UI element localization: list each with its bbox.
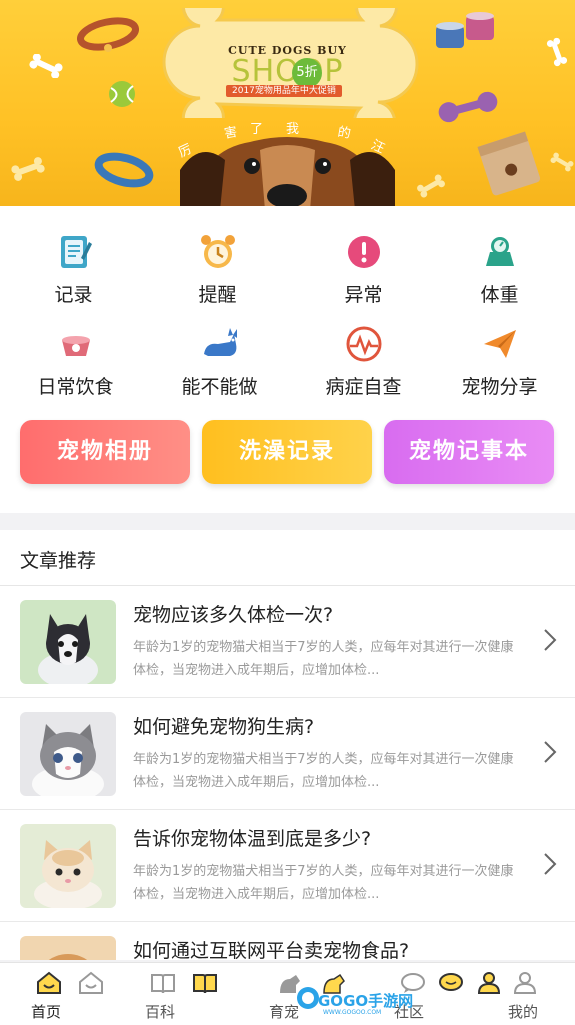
article-item[interactable]: 告诉你宠物体温到底是多少? 年龄为1岁的宠物猫犬相当于7岁的人类，应每年对其进行… bbox=[0, 810, 575, 922]
function-record[interactable]: 记录 bbox=[2, 232, 145, 312]
cream-kitten-thumbnail bbox=[20, 824, 116, 908]
bone-icon bbox=[11, 157, 45, 181]
bone-icon bbox=[417, 174, 445, 198]
function-reminder[interactable]: 提醒 bbox=[146, 232, 289, 312]
treat-bag-icon bbox=[477, 131, 541, 196]
dog-illustration bbox=[180, 137, 395, 206]
function-label: 提醒 bbox=[198, 284, 237, 306]
function-label: 体重 bbox=[480, 284, 519, 306]
function-daily-diet[interactable]: 日常饮食 bbox=[4, 324, 147, 404]
article-desc: 年龄为1岁的宠物猫犬相当于7岁的人类，应每年对其进行一次健康体检，当宠物进入成年… bbox=[133, 864, 514, 902]
article-title: 如何通过互联网平台卖宠物食品? bbox=[133, 940, 410, 960]
tab-label: 首页 bbox=[31, 1003, 62, 1021]
home-outline-icon bbox=[79, 971, 103, 994]
scale-icon bbox=[485, 237, 514, 266]
section-title: 文章推荐 bbox=[20, 550, 97, 572]
chevron-right-icon bbox=[544, 741, 557, 763]
chat-icon bbox=[439, 973, 463, 991]
function-abnormal[interactable]: 异常 bbox=[292, 232, 435, 312]
function-label: 能不能做 bbox=[181, 376, 258, 398]
notebook-icon bbox=[60, 236, 92, 268]
exclamation-icon bbox=[347, 236, 380, 268]
pet-memo-button[interactable]: 宠物记事本 bbox=[384, 420, 554, 484]
food-bowl-icon bbox=[61, 336, 90, 356]
dumbbell-toy-icon bbox=[438, 91, 498, 123]
kitten-thumbnail bbox=[20, 712, 116, 796]
tab-label: 育宠 bbox=[269, 1003, 300, 1021]
home-icon bbox=[37, 971, 61, 994]
chevron-right-icon bbox=[544, 853, 557, 875]
user-icon bbox=[477, 972, 501, 994]
function-label: 宠物分享 bbox=[461, 376, 538, 398]
chevron-right-icon bbox=[544, 629, 557, 651]
article-desc: 年龄为1岁的宠物猫犬相当于7岁的人类，应每年对其进行一次健康体检，当宠物进入成年… bbox=[133, 640, 514, 678]
promo-banner[interactable]: CUTE DOGS BUY SHOOP 5折 2017宠物用品年中大促销 厉 害… bbox=[0, 0, 575, 206]
alarm-clock-icon bbox=[200, 235, 235, 268]
pet-food-cans-icon bbox=[436, 12, 494, 48]
paper-plane-icon bbox=[483, 330, 516, 358]
article-section: 文章推荐 宠物应该多久体检一次? 年龄为1岁的宠物猫犬相当于7岁的人类，应每年对… bbox=[0, 530, 575, 960]
function-label: 病症自查 bbox=[325, 376, 402, 398]
article-item[interactable]: 如何通过互联网平台卖宠物食品? bbox=[0, 922, 575, 960]
function-can-or-not[interactable]: 能不能做 bbox=[148, 324, 291, 404]
discount-badge: 5折 bbox=[292, 58, 322, 88]
bottom-tab-bar: 首页 百科 育宠 社区 我的 bbox=[0, 962, 575, 1025]
blue-collar-icon bbox=[94, 152, 154, 188]
function-weight[interactable]: 体重 bbox=[428, 232, 571, 312]
article-desc: 年龄为1岁的宠物猫犬相当于7岁的人类，应每年对其进行一次健康体检，当宠物进入成年… bbox=[133, 752, 514, 790]
function-label: 日常饮食 bbox=[37, 376, 114, 398]
cat-icon bbox=[203, 328, 237, 356]
pet-album-button[interactable]: 宠物相册 bbox=[20, 420, 190, 484]
user-outline-icon bbox=[513, 972, 537, 994]
tennis-ball-icon bbox=[109, 81, 135, 107]
article-title: 如何避免宠物狗生病? bbox=[133, 716, 315, 738]
book-icon bbox=[193, 974, 217, 994]
function-symptom-check[interactable]: 病症自查 bbox=[292, 324, 435, 404]
husky-puppy-thumbnail bbox=[20, 600, 116, 684]
bone-icon bbox=[550, 152, 574, 172]
tab-label: 我的 bbox=[508, 1003, 539, 1021]
puppy-thumbnail bbox=[20, 936, 116, 960]
bone-icon bbox=[546, 37, 568, 67]
tab-mine[interactable]: 我的 bbox=[470, 963, 575, 1025]
collar-icon bbox=[76, 17, 140, 52]
article-item[interactable]: 宠物应该多久体检一次? 年龄为1岁的宠物猫犬相当于7岁的人类，应每年对其进行一次… bbox=[0, 586, 575, 698]
heartbeat-icon bbox=[346, 326, 381, 362]
function-label: 异常 bbox=[344, 284, 383, 306]
bath-record-button[interactable]: 洗澡记录 bbox=[202, 420, 372, 484]
article-title: 宠物应该多久体检一次? bbox=[133, 604, 334, 626]
tab-label: 百科 bbox=[145, 1003, 176, 1021]
article-item[interactable]: 如何避免宠物狗生病? 年龄为1岁的宠物猫犬相当于7岁的人类，应每年对其进行一次健… bbox=[0, 698, 575, 810]
promo-ribbon: 2017宠物用品年中大促销 bbox=[226, 85, 342, 97]
function-label: 记录 bbox=[54, 284, 93, 306]
function-pet-share[interactable]: 宠物分享 bbox=[428, 324, 571, 404]
book-outline-icon bbox=[151, 974, 175, 994]
watermark-text: GOGO手游网 bbox=[318, 992, 414, 1010]
watermark-url: WWW.GOGOO.COM bbox=[323, 1009, 382, 1016]
tab-home[interactable]: 首页 bbox=[0, 963, 110, 1025]
tab-encyclopedia[interactable]: 百科 bbox=[130, 963, 240, 1025]
article-title: 告诉你宠物体温到底是多少? bbox=[133, 828, 372, 850]
bone-icon bbox=[29, 54, 63, 78]
